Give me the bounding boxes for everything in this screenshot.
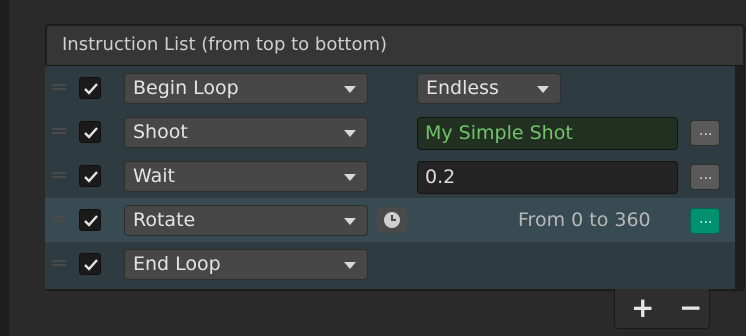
instruction-label: Begin Loop — [133, 77, 239, 99]
chevron-down-icon — [344, 174, 356, 181]
list-footer: + − — [614, 289, 710, 329]
remove-button[interactable]: − — [679, 291, 702, 324]
clock-icon[interactable] — [377, 207, 407, 233]
list-item: Begin Loop Endless — [45, 66, 735, 110]
rotation-summary: From 0 to 360 — [518, 209, 651, 231]
more-label: ... — [699, 211, 713, 227]
list-item-selected: Rotate From 0 to 360 ... — [45, 198, 735, 242]
enabled-checkbox[interactable] — [79, 77, 101, 99]
more-label: ... — [699, 167, 713, 183]
list-item: Shoot My Simple Shot ... — [45, 110, 735, 154]
instruction-label: Shoot — [133, 121, 188, 143]
enabled-checkbox[interactable] — [79, 209, 101, 231]
instruction-label: Wait — [133, 165, 175, 187]
more-options-button[interactable]: ... — [690, 208, 720, 234]
loop-mode-dropdown[interactable]: Endless — [417, 73, 561, 104]
instruction-dropdown[interactable]: Shoot — [124, 117, 368, 148]
drag-handle-icon[interactable] — [52, 172, 66, 178]
instruction-dropdown[interactable]: End Loop — [124, 249, 368, 280]
chevron-down-icon — [537, 86, 549, 93]
enabled-checkbox[interactable] — [79, 121, 101, 143]
instruction-dropdown[interactable]: Begin Loop — [124, 73, 368, 104]
list-item: Wait 0.2 ... — [45, 154, 735, 198]
instruction-label: Rotate — [133, 209, 196, 231]
chevron-down-icon — [344, 130, 356, 137]
chevron-down-icon — [344, 262, 356, 269]
loop-mode-label: Endless — [426, 77, 499, 99]
drag-handle-icon[interactable] — [52, 128, 66, 134]
more-label: ... — [699, 123, 713, 139]
drag-handle-icon[interactable] — [52, 84, 66, 90]
wait-value: 0.2 — [425, 166, 456, 188]
instruction-dropdown[interactable]: Rotate — [124, 205, 368, 236]
list-header: Instruction List (from top to bottom) — [47, 26, 743, 66]
drag-handle-icon[interactable] — [52, 216, 66, 222]
chevron-down-icon — [344, 218, 356, 225]
shot-field[interactable]: My Simple Shot — [417, 117, 678, 150]
instruction-dropdown[interactable]: Wait — [124, 161, 368, 192]
enabled-checkbox[interactable] — [79, 165, 101, 187]
chevron-down-icon — [344, 86, 356, 93]
list-item: End Loop — [45, 242, 735, 286]
wait-duration-field[interactable]: 0.2 — [417, 161, 678, 194]
more-options-button[interactable]: ... — [690, 120, 720, 146]
shot-value: My Simple Shot — [425, 122, 573, 144]
instruction-label: End Loop — [133, 253, 221, 275]
list-title: Instruction List (from top to bottom) — [62, 34, 388, 55]
add-button[interactable]: + — [631, 291, 654, 324]
enabled-checkbox[interactable] — [79, 253, 101, 275]
drag-handle-icon[interactable] — [52, 260, 66, 266]
more-options-button[interactable]: ... — [690, 164, 720, 190]
